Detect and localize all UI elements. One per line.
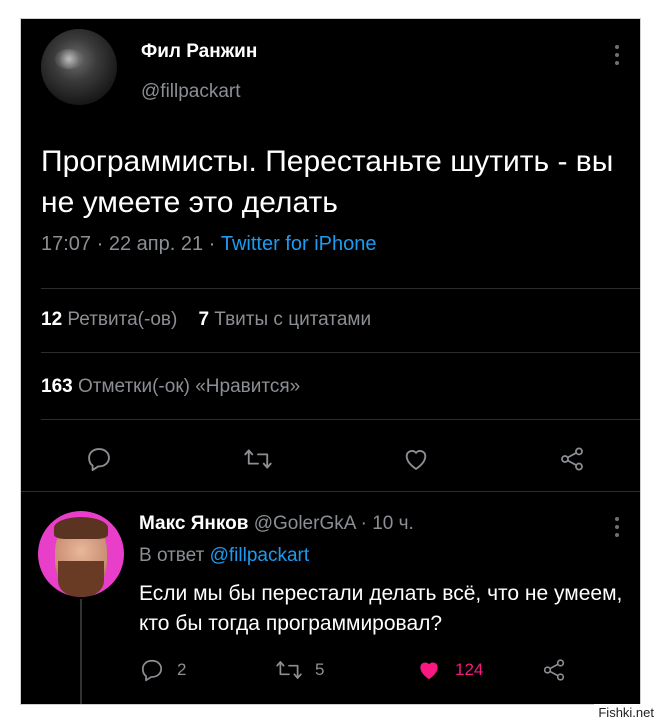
quotes-count: 7 [198,309,210,330]
tweet-action-bar [21,439,640,479]
reply-author-header[interactable]: Макс Янков @GolerGkA · 10 ч. [139,513,414,535]
share-icon[interactable] [541,657,567,688]
avatar-hair [54,517,108,539]
thread-line [80,599,82,704]
share-icon[interactable] [557,445,587,478]
retweet-icon[interactable] [275,657,303,688]
reply-author-avatar[interactable] [38,511,124,597]
author-handle[interactable]: @fillpackart [141,81,241,103]
author-name[interactable]: Фил Ранжин [141,41,257,63]
heart-filled-icon[interactable] [415,657,443,688]
more-options-icon[interactable] [613,43,621,67]
reply-author-name: Макс Янков [139,513,249,534]
likes-count: 163 [41,376,73,397]
replying-prefix: В ответ [139,545,205,566]
reply-icon[interactable] [139,657,165,688]
reply-icon[interactable] [85,445,113,478]
avatar-smoke [55,49,83,69]
retweet-count: 5 [315,660,325,679]
likes-label: Отметки(-ок) «Нравится» [77,376,301,397]
like-count: 124 [455,660,484,679]
replying-to: В ответ @fillpackart [139,545,309,567]
replying-to-handle[interactable]: @fillpackart [210,545,310,566]
watermark: Fishki.net [594,704,658,721]
tweet-meta: 17:07 · 22 апр. 21 · Twitter for iPhone [41,233,376,256]
tweet-time: 17:07 · 22 апр. 21 · [41,233,221,255]
avatar-beard [58,561,104,597]
reply-more-options-icon[interactable] [613,515,621,539]
retweets-count: 12 [41,309,63,330]
tweet-text: Программисты. Перестаньте шутить - вы не… [41,145,614,219]
quotes-label: Твиты с цитатами [214,309,372,330]
reply-text: Если мы бы перестали делать всё, что не … [139,582,623,635]
reply-author-handle-time: @GolerGkA · 10 ч. [253,513,414,534]
like-stats[interactable]: 163 Отметки(-ок) «Нравится» [41,376,300,398]
heart-icon[interactable] [401,445,431,478]
retweet-icon[interactable] [243,445,273,478]
divider [41,352,640,353]
reply-count: 2 [177,660,187,679]
retweets-label: Ретвита(-ов) [67,309,178,330]
reply-action-bar: 2 5 124 [139,655,639,685]
divider [21,491,640,492]
divider [41,288,640,289]
tweet-source-link[interactable]: Twitter for iPhone [221,233,377,255]
tweet-screenshot-frame: Фил Ранжин @fillpackart Программисты. Пе… [20,18,641,705]
author-avatar[interactable] [41,29,117,105]
retweet-stats[interactable]: 12 Ретвита(-ов) 7 Твиты с цитатами [41,309,371,331]
divider [41,419,640,420]
